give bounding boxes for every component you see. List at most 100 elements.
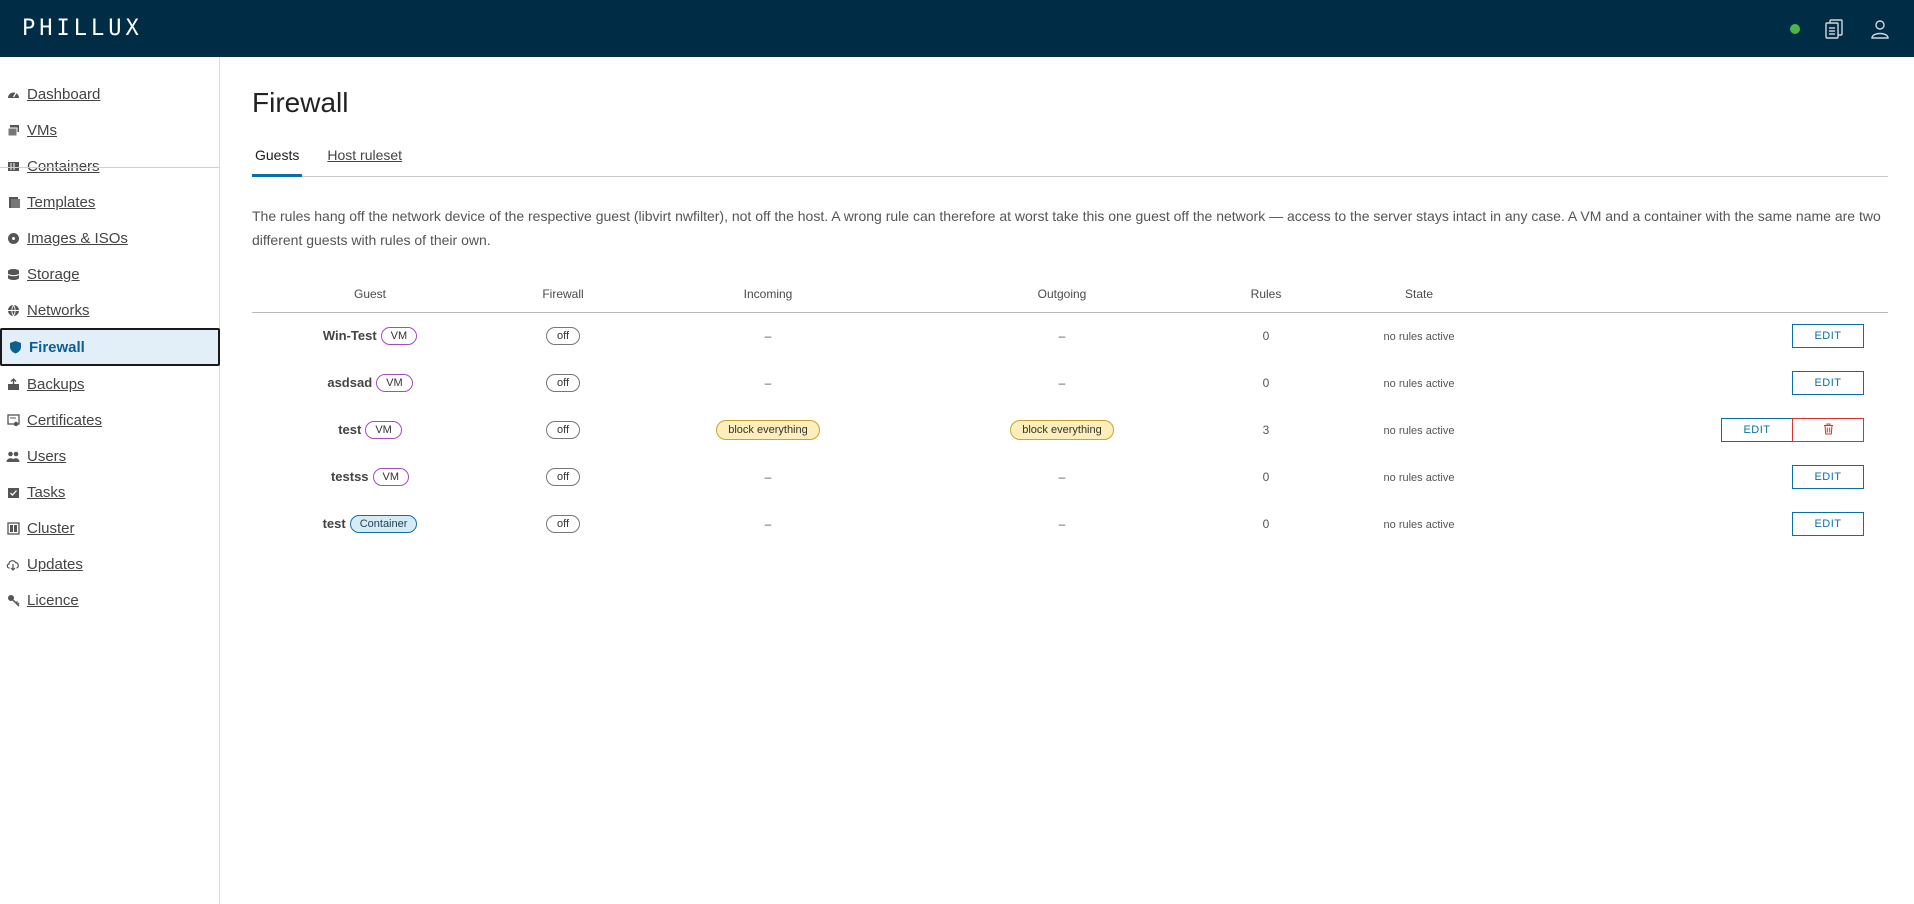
guest-type-badge: VM	[372, 467, 410, 486]
rules-count: 0	[1262, 375, 1270, 390]
column-header-outgoing[interactable]: Outgoing	[898, 276, 1226, 313]
column-header-state[interactable]: State	[1306, 276, 1532, 313]
sidebar-item-label: Networks	[27, 301, 90, 319]
shield-icon	[8, 340, 22, 354]
outgoing-policy: –	[1058, 328, 1066, 343]
state-text: no rules active	[1383, 424, 1455, 437]
column-header-rules[interactable]: Rules	[1226, 276, 1306, 313]
documents-icon[interactable]	[1822, 17, 1846, 41]
column-header-guest[interactable]: Guest	[252, 276, 488, 313]
outgoing-policy-badge: block everything	[1010, 419, 1114, 440]
guest-type-badge: Container	[349, 514, 418, 533]
sidebar-item-certificates[interactable]: Certificates	[0, 402, 219, 438]
guest-name: Win-Test	[322, 328, 377, 344]
sidebar: Dashboard VMs Containers Templates Image…	[0, 57, 220, 904]
sidebar-item-updates[interactable]: Updates	[0, 546, 219, 582]
outgoing-policy: –	[1058, 469, 1066, 484]
tab-host-ruleset[interactable]: Host ruleset	[324, 143, 405, 177]
incoming-policy: –	[764, 469, 772, 484]
templates-icon	[6, 195, 20, 209]
brand-logo[interactable]: PHILLUX	[22, 16, 143, 41]
sidebar-item-firewall[interactable]: Firewall	[0, 328, 220, 366]
licence-icon	[6, 593, 20, 607]
updates-icon	[6, 557, 20, 571]
tab-label: Host ruleset	[327, 147, 403, 163]
firewall-status-badge: off	[545, 373, 581, 392]
table-row: test Container off – – 0 no rules active …	[252, 500, 1888, 547]
edit-button[interactable]: EDIT	[1721, 417, 1793, 442]
column-header-actions	[1532, 276, 1888, 313]
incoming-policy: –	[764, 516, 772, 531]
firewall-status-badge: off	[545, 514, 581, 533]
delete-button[interactable]	[1792, 417, 1864, 442]
firewall-status-badge: off	[545, 326, 581, 345]
outgoing-policy: –	[1058, 375, 1066, 390]
sidebar-item-templates[interactable]: Templates	[0, 184, 219, 220]
guest-name: test	[338, 422, 362, 437]
sidebar-item-images[interactable]: Images & ISOs	[0, 220, 219, 256]
networks-icon	[6, 303, 20, 317]
sidebar-item-label: Backups	[27, 375, 85, 393]
rules-count: 0	[1262, 469, 1270, 484]
incoming-policy-badge: block everything	[716, 419, 820, 440]
user-icon[interactable]	[1868, 17, 1892, 41]
sidebar-item-cluster[interactable]: Cluster	[0, 510, 219, 546]
edit-button[interactable]: EDIT	[1792, 464, 1864, 489]
status-indicator	[1790, 23, 1800, 34]
guest-type-badge: VM	[380, 326, 418, 345]
sidebar-item-label: Certificates	[27, 411, 103, 429]
header-actions	[1790, 0, 1892, 57]
sidebar-item-users[interactable]: Users	[0, 438, 219, 474]
firewall-status-badge: off	[545, 420, 581, 439]
vms-icon	[6, 123, 20, 137]
containers-icon	[6, 159, 20, 173]
sidebar-item-dashboard[interactable]: Dashboard	[0, 76, 219, 112]
sidebar-item-tasks[interactable]: Tasks	[0, 474, 219, 510]
table-row: testss VM off – – 0 no rules active EDIT	[252, 453, 1888, 500]
guest-type-badge: VM	[365, 420, 402, 439]
sidebar-item-networks[interactable]: Networks	[0, 292, 219, 328]
guest-name: testss	[330, 469, 369, 484]
backups-icon	[6, 377, 20, 391]
column-header-firewall[interactable]: Firewall	[488, 276, 638, 313]
guest-name: asdsad	[327, 375, 373, 390]
cluster-icon	[6, 521, 20, 535]
sidebar-item-storage[interactable]: Storage	[0, 256, 219, 292]
guest-cell: test VM	[338, 420, 402, 439]
main-content: Firewall Guests Host ruleset The rules h…	[252, 57, 1888, 547]
table-row: asdsad VM off – – 0 no rules active EDIT	[252, 359, 1888, 406]
tab-bar: Guests Host ruleset	[252, 143, 1888, 177]
tab-label: Guests	[255, 147, 300, 163]
tab-guests[interactable]: Guests	[252, 143, 303, 177]
sidebar-item-label: Cluster	[27, 519, 75, 537]
dashboard-icon	[6, 87, 20, 101]
sidebar-item-label: Containers	[27, 157, 100, 175]
sidebar-item-vms[interactable]: VMs	[0, 112, 219, 148]
state-text: no rules active	[1383, 377, 1455, 390]
guests-firewall-table: Guest Firewall Incoming Outgoing Rules S…	[252, 276, 1888, 547]
guest-cell: test Container	[322, 514, 418, 533]
guest-name: test	[322, 516, 346, 531]
sidebar-item-containers[interactable]: Containers	[0, 148, 219, 184]
sidebar-item-licence[interactable]: Licence	[0, 582, 219, 618]
sidebar-item-label: Dashboard	[27, 85, 101, 103]
edit-button[interactable]: EDIT	[1792, 370, 1864, 395]
rules-count: 3	[1262, 422, 1270, 437]
state-text: no rules active	[1383, 518, 1455, 531]
sidebar-divider	[0, 167, 219, 168]
edit-button[interactable]: EDIT	[1792, 511, 1864, 536]
sidebar-item-label: Updates	[27, 555, 83, 573]
guest-type-badge: VM	[376, 373, 413, 392]
column-header-incoming[interactable]: Incoming	[638, 276, 898, 313]
incoming-policy: –	[764, 375, 772, 390]
table-row: Win-Test VM off – – 0 no rules active EDI…	[252, 312, 1888, 359]
rules-count: 0	[1262, 328, 1270, 343]
incoming-policy: –	[764, 328, 772, 343]
state-text: no rules active	[1383, 471, 1455, 484]
outgoing-policy: –	[1058, 516, 1066, 531]
images-icon	[6, 231, 20, 245]
trash-icon	[1823, 423, 1833, 434]
firewall-status-badge: off	[545, 467, 581, 486]
edit-button[interactable]: EDIT	[1792, 323, 1864, 348]
sidebar-item-backups[interactable]: Backups	[0, 366, 219, 402]
